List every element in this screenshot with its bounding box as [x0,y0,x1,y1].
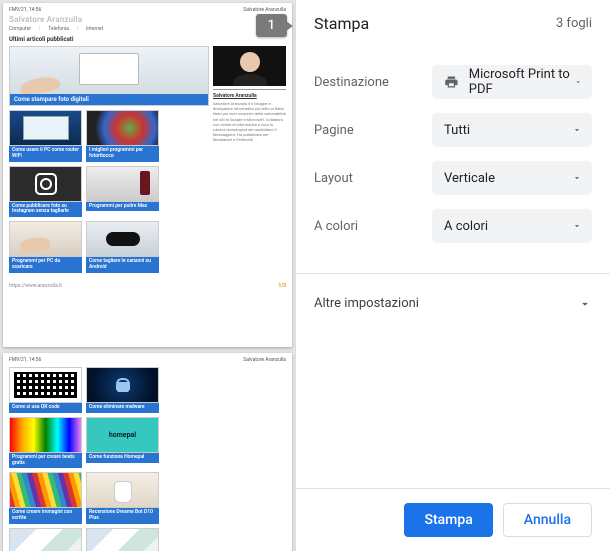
article-card [9,528,82,551]
section-title: Ultimi articoli pubblicati [9,36,286,43]
destination-label: Destinazione [314,75,432,90]
article-card: Recensione Dreame Bot D10 Plus [86,472,159,524]
nav-item: Internet [86,26,103,32]
print-preview-pane[interactable]: 1 FM9/21, 14:56 Salvatore Aranzulla Salv… [0,0,295,551]
dialog-title: Stampa [314,14,369,33]
article-caption: Programmi per pulire Mac [86,202,159,212]
article-caption: Come creare immagini con scritte [9,508,82,524]
article-caption: Come eliminare malware [86,403,159,413]
color-value: A colori [444,219,488,234]
article-card: Come usare il PC come router WiFi [9,110,82,162]
author-bio: Salvatore Aranzulla è il blogger e divul… [213,101,286,143]
author-sidebar: Salvatore Aranzulla Salvatore Aranzulla … [213,46,286,273]
cancel-button[interactable]: Annulla [503,503,592,537]
page-meta-left: FM9/21, 14:56 [9,357,41,363]
article-thumb [86,166,159,202]
article-caption: Programmi per creare beats gratis [9,453,82,469]
article-card: Come creare immagini con scritte [9,472,82,524]
layout-value: Verticale [444,171,495,186]
chevron-down-icon [574,77,582,87]
article-thumb [9,417,82,453]
page-number: 1/3 [278,283,286,289]
article-card [86,528,159,551]
pages-label: Pagine [314,123,432,138]
article-caption: I migliori programmi per fotoritocco [86,146,159,162]
article-thumb [86,110,159,146]
color-select[interactable]: A colori [432,209,592,243]
article-caption: Programmi per PC da scaricare [9,257,82,273]
color-label: A colori [314,219,432,234]
hero-caption: Come stampare foto digitali [10,94,208,105]
layout-select[interactable]: Verticale [432,161,592,195]
pages-select[interactable]: Tutti [432,113,592,147]
article-thumb [86,528,159,551]
article-card: Programmi per pulire Mac [86,166,159,218]
article-card: I migliori programmi per fotoritocco [86,110,159,162]
article-card: Programmi per creare beats gratis [9,417,82,469]
article-card: Come pubblicare foto su Instagram senza … [9,166,82,218]
article-thumb [86,221,159,257]
article-card: Come eliminare malware [86,367,159,413]
article-caption: Come usare il PC come router WiFi [9,146,82,162]
more-settings-toggle[interactable]: Altre impostazioni [296,274,610,333]
article-card: Programmi per PC da scaricare [9,221,82,273]
page-meta-right: Salvatore Aranzulla [243,357,286,363]
more-settings-label: Altre impostazioni [314,296,419,311]
article-caption: Come funziona Homepal [86,453,159,463]
site-title: Salvatore Aranzulla [9,15,286,24]
article-thumb [9,528,82,551]
sheet-count: 3 fogli [556,16,592,31]
page-indicator-number: 1 [256,14,287,37]
nav-item: Computer [9,26,31,32]
article-thumb [9,110,82,146]
article-thumb [9,166,82,202]
author-portrait [213,46,286,86]
print-settings-pane: Stampa 3 fogli Destinazione Microsoft Pr… [295,0,610,551]
page-meta-right: Salvatore Aranzulla [243,7,286,13]
destination-select[interactable]: Microsoft Print to PDF [432,65,592,99]
author-name: Salvatore Aranzulla [213,93,286,99]
article-thumb: homepal [86,417,159,453]
article-thumb [9,221,82,257]
article-caption: Recensione Dreame Bot D10 Plus [86,508,159,524]
pages-value: Tutti [444,123,470,138]
article-card: Come tagliare le canzoni su Android [86,221,159,273]
hero-card: Come stampare foto digitali [9,46,209,106]
page-meta-left: FM9/21, 14:56 [9,7,41,13]
nav-item: Telefonia [48,26,69,32]
site-nav: Computer | Telefonia | Internet Cerca... [9,26,286,32]
chevron-down-icon [572,125,582,135]
article-caption: Come si usa QR code [9,403,82,413]
destination-value: Microsoft Print to PDF [469,67,574,97]
chevron-down-icon [572,173,582,183]
chevron-down-icon [572,221,582,231]
article-card: Come si usa QR code [9,367,82,413]
dialog-footer: Stampa Annulla [296,488,610,551]
page-indicator: 1 [256,14,287,37]
chevron-down-icon [578,297,592,311]
article-thumb [9,367,82,403]
preview-page-2: FM9/21, 14:56 Salvatore Aranzulla Come s… [3,353,292,551]
article-thumb [9,472,82,508]
page-footer-url: https://www.aranzulla.it [9,283,62,289]
print-button[interactable]: Stampa [404,503,492,537]
article-thumb [86,367,159,403]
layout-label: Layout [314,171,432,186]
article-card: homepalCome funziona Homepal [86,417,159,469]
printer-icon [444,73,459,91]
preview-page-1: FM9/21, 14:56 Salvatore Aranzulla Salvat… [3,3,292,347]
article-caption: Come pubblicare foto su Instagram senza … [9,202,82,218]
article-thumb [86,472,159,508]
article-caption: Come tagliare le canzoni su Android [86,257,159,273]
